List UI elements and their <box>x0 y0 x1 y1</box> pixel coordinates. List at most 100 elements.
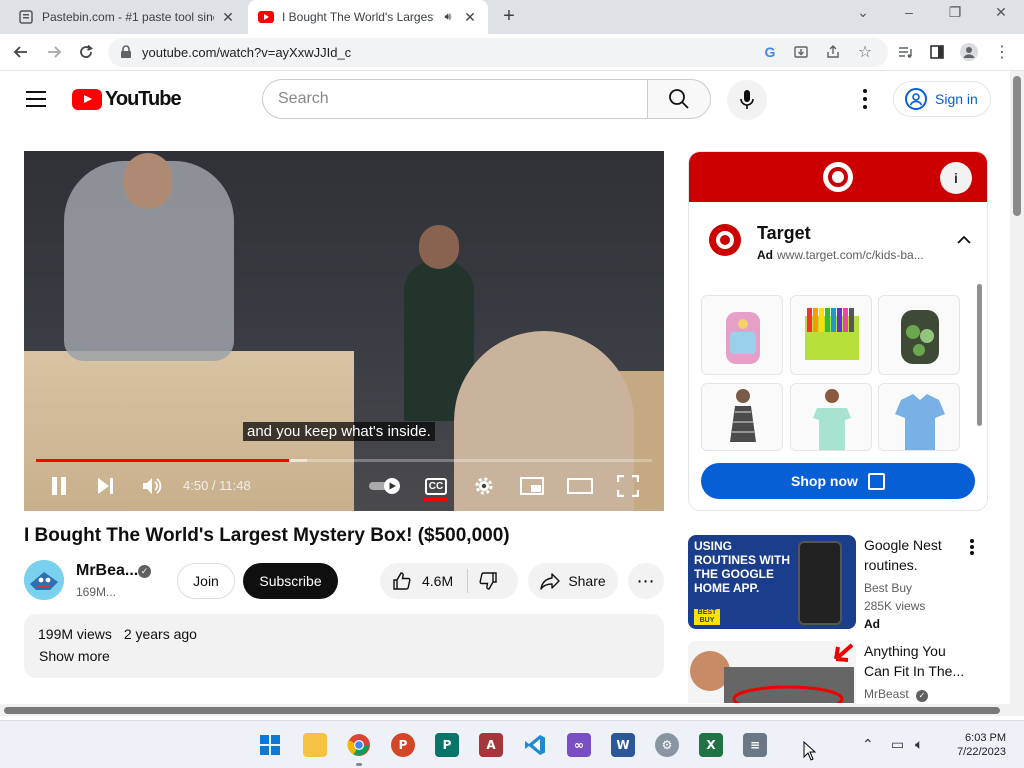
settings-gear-icon[interactable]: ⚙ <box>655 733 679 757</box>
minimize-icon[interactable]: – <box>898 4 920 20</box>
description-box[interactable]: 199M views 2 years ago Show more <box>24 614 664 678</box>
share-page-icon[interactable] <box>823 42 843 62</box>
shop-now-button[interactable]: Shop now <box>701 463 975 499</box>
ad-banner[interactable]: i <box>689 152 987 202</box>
close-window-icon[interactable]: ✕ <box>990 4 1012 21</box>
profile-icon[interactable] <box>959 42 979 62</box>
join-button[interactable]: Join <box>177 563 235 599</box>
settings-button[interactable] <box>471 474 497 498</box>
powerpoint-icon[interactable]: P <box>391 733 415 757</box>
ad-panel: i Target Ad www.target.com/c/kids-ba... S… <box>688 151 988 511</box>
restore-icon[interactable]: ❐ <box>944 4 966 21</box>
scrollbar-thumb[interactable] <box>4 707 1000 714</box>
chevron-up-icon[interactable] <box>955 232 973 250</box>
tab-pastebin[interactable]: Pastebin.com - #1 paste tool sinc ✕ <box>8 0 246 34</box>
ad-product-backpack[interactable] <box>701 295 783 375</box>
audio-playing-icon[interactable]: 🔊︎ <box>440 11 456 24</box>
access-icon[interactable]: A <box>479 733 503 757</box>
ad-product-markers[interactable] <box>790 295 872 375</box>
channel-name[interactable]: MrBea... <box>76 562 138 580</box>
recommendation-channel[interactable]: MrBeast ✓ <box>864 687 929 702</box>
word-icon[interactable]: W <box>611 733 635 757</box>
more-actions-button[interactable]: ⋯ <box>628 563 664 599</box>
google-icon[interactable]: G <box>760 42 780 62</box>
recommendation-title[interactable]: Google Nest routines. <box>864 535 974 575</box>
notepad-icon[interactable]: ≡ <box>743 733 767 757</box>
next-button[interactable] <box>92 474 118 498</box>
chrome-icon[interactable] <box>347 733 371 757</box>
subscribe-button[interactable]: Subscribe <box>243 563 338 599</box>
bookmark-star-icon[interactable]: ☆ <box>855 42 875 62</box>
clock-time: 6:03 PM <box>965 732 1006 744</box>
recommendation-thumbnail[interactable]: USING ROUTINES WITH THE GOOGLE HOME APP.… <box>688 535 856 629</box>
closed-captions-icon: CC <box>424 477 448 495</box>
ad-product-turtles-backpack[interactable] <box>878 295 960 375</box>
speaker-icon[interactable]: 🔈︎ <box>915 736 923 753</box>
visual-studio-icon[interactable]: ∞ <box>567 733 591 757</box>
recommendation-channel[interactable]: Best Buy <box>864 581 912 595</box>
mouse-cursor-icon <box>803 740 817 766</box>
fullscreen-button[interactable] <box>615 474 641 498</box>
like-button[interactable]: 4.6M <box>392 571 453 591</box>
ad-product-tshirt[interactable] <box>790 383 872 451</box>
target-logo-icon[interactable] <box>709 224 741 256</box>
search-input[interactable] <box>263 80 648 118</box>
channel-avatar[interactable] <box>24 560 64 600</box>
ad-carousel-scrollbar[interactable] <box>977 284 982 426</box>
pause-button[interactable] <box>46 474 72 498</box>
close-tab-icon[interactable]: ✕ <box>220 9 236 26</box>
miniplayer-button[interactable] <box>518 474 546 498</box>
volume-icon <box>143 478 162 494</box>
new-tab-button[interactable]: + <box>498 5 520 27</box>
recommendation-title[interactable]: Anything You Can Fit In The... <box>864 641 974 681</box>
ad-product-polo[interactable] <box>878 383 960 451</box>
share-button[interactable]: Share <box>528 563 618 599</box>
video-progress-bar[interactable] <box>36 459 652 462</box>
recommendation-thumbnail[interactable] <box>688 641 856 703</box>
show-hidden-icons-chevron-icon[interactable]: ⌃ <box>862 736 874 753</box>
excel-icon[interactable]: X <box>699 733 723 757</box>
tab-search-chevron-icon[interactable]: ⌄ <box>852 4 874 21</box>
recommendation-item[interactable]: Anything You Can Fit In The... MrBeast ✓ <box>688 641 988 703</box>
media-controls-icon[interactable] <box>895 42 915 62</box>
video-player[interactable]: and you keep what's inside. 4:50 / 11:48… <box>24 151 664 511</box>
autoplay-toggle[interactable] <box>367 474 403 498</box>
recommendation-item[interactable]: USING ROUTINES WITH THE GOOGLE HOME APP.… <box>688 535 988 631</box>
publisher-icon[interactable]: P <box>435 733 459 757</box>
volume-button[interactable] <box>139 474 165 498</box>
back-arrow-icon[interactable] <box>11 42 31 62</box>
scrollbar-thumb[interactable] <box>1013 76 1021 216</box>
view-count: 199M views <box>38 626 112 642</box>
hamburger-menu-icon[interactable] <box>26 91 46 107</box>
browser-menu-icon[interactable]: ⋮ <box>992 42 1012 62</box>
more-vert-icon[interactable] <box>970 539 976 555</box>
share-label: Share <box>568 573 606 589</box>
windows-start-icon[interactable] <box>258 733 282 757</box>
ad-product-dress[interactable] <box>701 383 783 451</box>
dislike-button[interactable] <box>478 571 498 591</box>
tab-youtube-video[interactable]: I Bought The World's Largest 🔊︎ ✕ <box>248 0 488 34</box>
network-icon[interactable]: ▭ <box>891 736 904 753</box>
search-button[interactable] <box>647 79 711 119</box>
page-vertical-scrollbar[interactable] <box>1010 71 1024 716</box>
reload-icon[interactable] <box>76 42 96 62</box>
sign-in-button[interactable]: Sign in <box>893 81 991 117</box>
progress-played <box>36 459 289 462</box>
install-app-icon[interactable] <box>791 42 811 62</box>
close-tab-icon[interactable]: ✕ <box>462 9 478 26</box>
youtube-logo[interactable]: YouTube <box>72 88 182 111</box>
settings-menu-icon[interactable] <box>856 89 874 109</box>
subtitles-button[interactable]: CC <box>424 474 448 501</box>
show-more-link[interactable]: Show more <box>38 648 650 664</box>
theater-mode-button[interactable] <box>566 474 594 498</box>
system-clock[interactable]: 6:03 PM 7/22/2023 <box>946 731 1006 759</box>
ad-brand[interactable]: Target <box>757 223 811 244</box>
forward-arrow-icon[interactable] <box>44 42 64 62</box>
side-panel-icon[interactable] <box>927 42 947 62</box>
ad-info-icon[interactable]: i <box>940 162 972 194</box>
voice-search-button[interactable] <box>727 80 767 120</box>
page-horizontal-scrollbar[interactable] <box>0 704 1010 716</box>
share-arrow-icon <box>540 573 561 590</box>
file-explorer-icon[interactable] <box>303 733 327 757</box>
vscode-icon[interactable] <box>523 733 547 757</box>
